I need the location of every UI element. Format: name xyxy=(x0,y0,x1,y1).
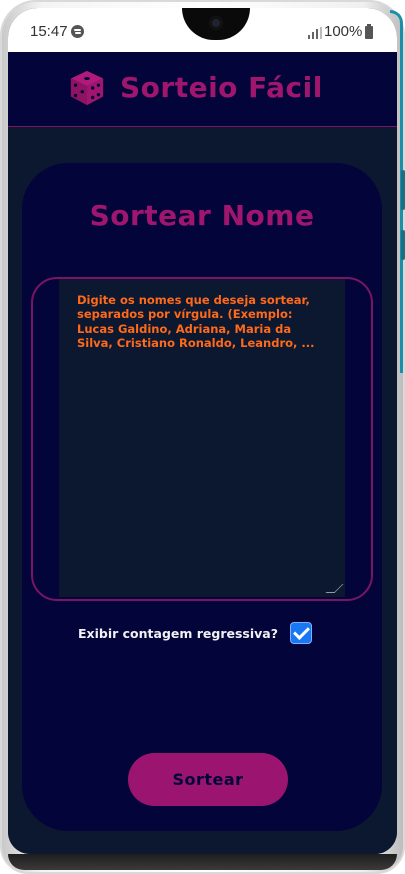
names-input-border xyxy=(31,277,373,601)
draw-button[interactable]: Sortear xyxy=(128,753,288,806)
dice-icon xyxy=(70,70,104,106)
app-title: Sorteio Fácil xyxy=(120,71,323,104)
spotify-icon xyxy=(71,25,84,38)
countdown-row: Exibir contagem regressiva? xyxy=(78,621,312,645)
battery-icon xyxy=(365,24,373,39)
volume-down-button xyxy=(401,230,405,260)
phone-chin xyxy=(8,854,397,870)
card-title: Sortear Nome xyxy=(89,199,315,232)
camera-notch xyxy=(182,8,250,40)
signal-icon xyxy=(308,27,322,39)
phone-screen: 15:47 100% Sorteio Fácil Sortear Nome Di… xyxy=(8,8,397,854)
status-time: 15:47 xyxy=(30,23,68,40)
countdown-label: Exibir contagem regressiva? xyxy=(78,625,278,641)
status-bar: 15:47 100% xyxy=(8,8,397,52)
front-camera-icon xyxy=(209,16,223,30)
battery-percentage: 100% xyxy=(324,23,363,40)
draw-card: Sortear Nome Exibir contagem regressiva?… xyxy=(22,163,382,831)
volume-up-button xyxy=(401,170,405,210)
countdown-checkbox[interactable] xyxy=(289,622,312,644)
names-input[interactable] xyxy=(59,279,345,597)
app-header: Sorteio Fácil xyxy=(8,52,397,127)
